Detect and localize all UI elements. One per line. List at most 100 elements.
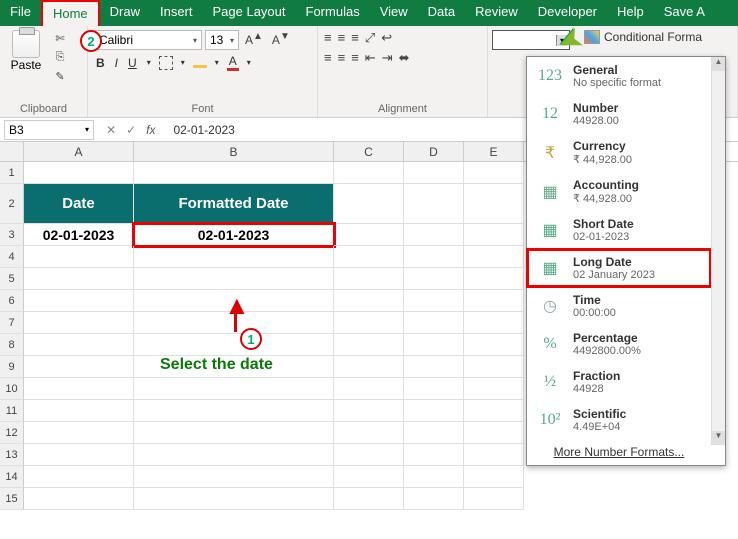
cell-E10[interactable]: [464, 378, 524, 400]
cell-D13[interactable]: [404, 444, 464, 466]
row-header[interactable]: 1: [0, 162, 24, 184]
cell-C9[interactable]: [334, 356, 404, 378]
row-header[interactable]: 15: [0, 488, 24, 510]
cell-C3[interactable]: [334, 224, 404, 246]
format-scientific[interactable]: 10² Scientific4.49E+04: [527, 401, 711, 439]
tab-draw[interactable]: Draw: [100, 0, 150, 26]
cell-E6[interactable]: [464, 290, 524, 312]
align-top-button[interactable]: ≡: [324, 30, 332, 46]
cell-C7[interactable]: [334, 312, 404, 334]
tab-help[interactable]: Help: [607, 0, 654, 26]
cell-D6[interactable]: [404, 290, 464, 312]
select-all-corner[interactable]: [0, 142, 24, 161]
cut-button[interactable]: ✄: [50, 32, 70, 48]
cell-A12[interactable]: [24, 422, 134, 444]
name-box[interactable]: B3▾: [4, 120, 94, 140]
cell-E7[interactable]: [464, 312, 524, 334]
format-short-date[interactable]: ▦ Short Date02-01-2023: [527, 211, 711, 249]
conditional-formatting-button[interactable]: Conditional Forma: [584, 30, 702, 44]
cell-B1[interactable]: [134, 162, 334, 184]
cell-C11[interactable]: [334, 400, 404, 422]
cell-B15[interactable]: [134, 488, 334, 510]
cell-A13[interactable]: [24, 444, 134, 466]
cell-A1[interactable]: [24, 162, 134, 184]
cell-B5[interactable]: [134, 268, 334, 290]
scroll-down-button[interactable]: ▼: [712, 431, 725, 445]
cell-D10[interactable]: [404, 378, 464, 400]
cell-C2[interactable]: [334, 184, 404, 224]
col-header-A[interactable]: A: [24, 142, 134, 161]
align-right-button[interactable]: ≡: [351, 50, 359, 66]
cell-A6[interactable]: [24, 290, 134, 312]
font-color-button[interactable]: A: [227, 54, 239, 71]
align-left-button[interactable]: ≡: [324, 50, 332, 66]
cell-B12[interactable]: [134, 422, 334, 444]
row-header[interactable]: 12: [0, 422, 24, 444]
col-header-D[interactable]: D: [404, 142, 464, 161]
col-header-E[interactable]: E: [464, 142, 524, 161]
tab-data[interactable]: Data: [418, 0, 465, 26]
cell-E11[interactable]: [464, 400, 524, 422]
orientation-button[interactable]: ⤢: [365, 30, 375, 46]
cell-C15[interactable]: [334, 488, 404, 510]
cell-A9[interactable]: [24, 356, 134, 378]
row-header[interactable]: 3: [0, 224, 24, 246]
cell-E15[interactable]: [464, 488, 524, 510]
increase-font-button[interactable]: A▲: [242, 30, 266, 50]
row-header[interactable]: 7: [0, 312, 24, 334]
cell-E2[interactable]: [464, 184, 524, 224]
cell-D15[interactable]: [404, 488, 464, 510]
cell-E9[interactable]: [464, 356, 524, 378]
cell-D9[interactable]: [404, 356, 464, 378]
tab-file[interactable]: File: [0, 0, 41, 26]
cell-A15[interactable]: [24, 488, 134, 510]
cell-B10[interactable]: [134, 378, 334, 400]
cell-D3[interactable]: [404, 224, 464, 246]
cell-E3[interactable]: [464, 224, 524, 246]
row-header[interactable]: 13: [0, 444, 24, 466]
cell-A7[interactable]: [24, 312, 134, 334]
cell-B8[interactable]: [134, 334, 334, 356]
tab-insert[interactable]: Insert: [150, 0, 203, 26]
cell-A11[interactable]: [24, 400, 134, 422]
bold-button[interactable]: B: [94, 56, 107, 70]
cell-A14[interactable]: [24, 466, 134, 488]
format-number[interactable]: 12 Number44928.00: [527, 95, 711, 133]
format-accounting[interactable]: ▦ Accounting₹ 44,928.00: [527, 172, 711, 211]
cell-D2[interactable]: [404, 184, 464, 224]
cell-C13[interactable]: [334, 444, 404, 466]
cell-C14[interactable]: [334, 466, 404, 488]
cell-C5[interactable]: [334, 268, 404, 290]
col-header-C[interactable]: C: [334, 142, 404, 161]
cell-C4[interactable]: [334, 246, 404, 268]
format-fraction[interactable]: ½ Fraction44928: [527, 363, 711, 401]
panel-scrollbar[interactable]: ▲ ▼: [711, 57, 725, 445]
cell-E13[interactable]: [464, 444, 524, 466]
cell-C10[interactable]: [334, 378, 404, 400]
underline-button[interactable]: U: [126, 56, 139, 70]
cell-D14[interactable]: [404, 466, 464, 488]
decrease-font-button[interactable]: A▼: [269, 30, 293, 50]
tab-page-layout[interactable]: Page Layout: [203, 0, 296, 26]
fill-color-button[interactable]: [193, 58, 207, 68]
align-center-button[interactable]: ≡: [338, 50, 346, 66]
cell-E8[interactable]: [464, 334, 524, 356]
cell-A3[interactable]: 02-01-2023: [24, 224, 134, 246]
row-header[interactable]: 2: [0, 184, 24, 224]
more-number-formats[interactable]: More Number Formats...: [527, 439, 711, 465]
cell-C12[interactable]: [334, 422, 404, 444]
row-header[interactable]: 9: [0, 356, 24, 378]
cell-B14[interactable]: [134, 466, 334, 488]
fx-button[interactable]: fx: [146, 123, 155, 137]
align-middle-button[interactable]: ≡: [338, 30, 346, 46]
format-long-date[interactable]: ▦ Long Date02 January 2023: [527, 249, 711, 287]
cell-D4[interactable]: [404, 246, 464, 268]
format-time[interactable]: ◷ Time00:00:00: [527, 287, 711, 325]
row-header[interactable]: 8: [0, 334, 24, 356]
formula-value[interactable]: 02-01-2023: [163, 123, 234, 137]
row-header[interactable]: 10: [0, 378, 24, 400]
decrease-indent-button[interactable]: ⇤: [365, 50, 376, 66]
format-percentage[interactable]: % Percentage4492800.00%: [527, 325, 711, 363]
cell-D7[interactable]: [404, 312, 464, 334]
format-general[interactable]: 123 GeneralNo specific format: [527, 57, 711, 95]
